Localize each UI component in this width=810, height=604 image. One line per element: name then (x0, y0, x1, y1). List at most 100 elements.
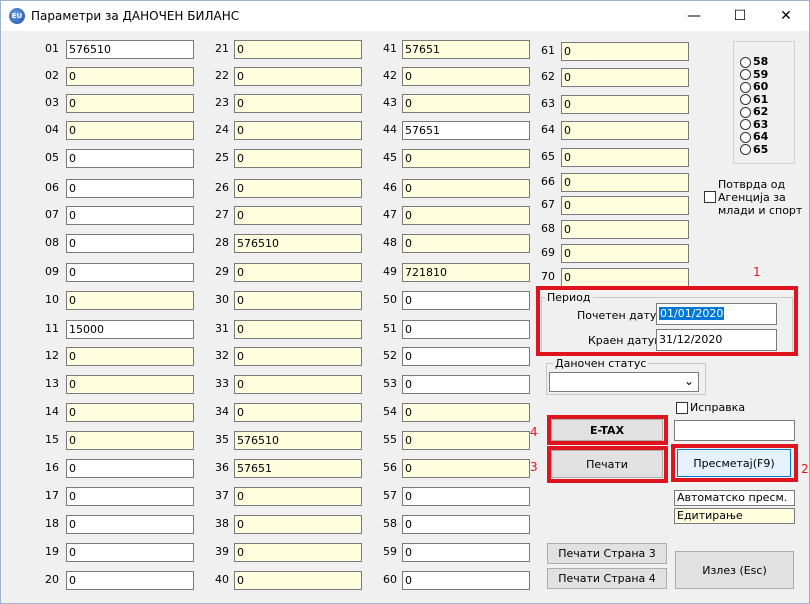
row-input[interactable]: 0 (402, 179, 530, 198)
row-input[interactable]: 0 (402, 403, 530, 422)
radio-option[interactable]: 59 (740, 68, 768, 81)
row-input[interactable]: 0 (561, 68, 689, 87)
print-page4-button[interactable]: Печати Страна 4 (547, 568, 667, 589)
row-input[interactable]: 0 (234, 347, 362, 366)
row-input[interactable]: 0 (234, 263, 362, 282)
row-input[interactable]: 0 (402, 234, 530, 253)
row-input[interactable]: 0 (402, 543, 530, 562)
row-input[interactable]: 0 (402, 67, 530, 86)
row-input[interactable]: 0 (402, 206, 530, 225)
row-input[interactable]: 0 (66, 571, 194, 590)
radio-circle-icon (740, 56, 751, 68)
row-input[interactable]: 0 (402, 375, 530, 394)
row-input[interactable]: 0 (66, 234, 194, 253)
radio-circle-icon (740, 94, 751, 105)
row-input[interactable]: 721810 (402, 263, 530, 282)
minimize-button[interactable]: — (671, 1, 717, 31)
row-input[interactable]: 0 (402, 347, 530, 366)
row-input[interactable]: 0 (234, 543, 362, 562)
row-label: 68 (541, 222, 555, 235)
row-input[interactable]: 57651 (234, 459, 362, 478)
row-input[interactable]: 0 (234, 291, 362, 310)
row-input[interactable]: 0 (402, 431, 530, 450)
row-label: 57 (383, 489, 397, 502)
row-input[interactable]: 0 (561, 173, 689, 192)
radio-option[interactable]: 62 (740, 106, 768, 118)
row-input[interactable]: 0 (561, 148, 689, 167)
row-input[interactable]: 0 (66, 149, 194, 168)
row-input[interactable]: 0 (66, 94, 194, 113)
row-input[interactable]: 0 (66, 291, 194, 310)
print-page3-button[interactable]: Печати Страна 3 (547, 543, 667, 564)
row-input[interactable]: 0 (234, 206, 362, 225)
row-input[interactable]: 0 (402, 459, 530, 478)
radio-option[interactable]: 61 (740, 93, 768, 106)
correction-checkbox[interactable] (676, 402, 688, 414)
row-input[interactable]: 0 (234, 179, 362, 198)
row-input[interactable]: 0 (234, 40, 362, 59)
row-input[interactable]: 0 (561, 196, 689, 215)
row-input[interactable]: 0 (66, 179, 194, 198)
row-input[interactable]: 0 (66, 263, 194, 282)
row-input[interactable]: 0 (66, 206, 194, 225)
row-input[interactable]: 0 (234, 94, 362, 113)
radio-option[interactable]: 63 (740, 118, 768, 131)
row-input[interactable]: 0 (66, 487, 194, 506)
row-input[interactable]: 0 (234, 320, 362, 339)
row-input[interactable]: 576510 (66, 40, 194, 59)
row-label: 09 (45, 265, 59, 278)
row-input[interactable]: 0 (66, 347, 194, 366)
row-input[interactable]: 0 (234, 121, 362, 140)
maximize-button[interactable]: ☐ (717, 1, 763, 31)
row-input[interactable]: 0 (66, 459, 194, 478)
radio-circle-icon (740, 69, 751, 80)
row-input[interactable]: 0 (402, 487, 530, 506)
row-label: 05 (45, 151, 59, 164)
row-input[interactable]: 0 (234, 487, 362, 506)
row-label: 49 (383, 265, 397, 278)
row-input[interactable]: 0 (234, 149, 362, 168)
highlight-print (547, 446, 668, 483)
row-input[interactable]: 0 (234, 67, 362, 86)
row-input[interactable]: 0 (561, 42, 689, 61)
close-button[interactable]: ✕ (763, 1, 809, 31)
row-input[interactable]: 0 (66, 375, 194, 394)
marker-3: 3 (530, 460, 538, 474)
exit-button[interactable]: Излез (Esc) (675, 551, 794, 589)
row-input[interactable]: 0 (402, 320, 530, 339)
row-input[interactable]: 0 (234, 375, 362, 394)
row-input[interactable]: 0 (402, 571, 530, 590)
row-input[interactable]: 0 (66, 431, 194, 450)
correction-input[interactable] (674, 420, 795, 441)
row-input[interactable]: 576510 (234, 431, 362, 450)
radio-option[interactable]: 60 (740, 81, 768, 93)
row-input[interactable]: 0 (402, 94, 530, 113)
row-input[interactable]: 0 (561, 268, 689, 287)
tax-status-select[interactable]: ⌄ (549, 372, 699, 392)
row-input[interactable]: 0 (561, 244, 689, 263)
row-label: 70 (541, 270, 555, 283)
radio-option[interactable]: 64 (740, 131, 768, 143)
row-input[interactable]: 57651 (402, 121, 530, 140)
row-input[interactable]: 0 (66, 403, 194, 422)
row-input[interactable]: 0 (66, 515, 194, 534)
row-input[interactable]: 0 (66, 121, 194, 140)
radio-option[interactable]: 65 (740, 143, 768, 156)
row-input[interactable]: 0 (561, 95, 689, 114)
row-input[interactable]: 0 (402, 149, 530, 168)
row-input[interactable]: 576510 (234, 234, 362, 253)
row-input[interactable]: 0 (561, 220, 689, 239)
radio-option[interactable]: 58 (740, 56, 768, 68)
row-input[interactable]: 0 (402, 515, 530, 534)
row-input[interactable]: 0 (561, 121, 689, 140)
row-input[interactable]: 15000 (66, 320, 194, 339)
row-input[interactable]: 0 (66, 543, 194, 562)
row-input[interactable]: 57651 (402, 40, 530, 59)
row-input[interactable]: 0 (402, 291, 530, 310)
row-input[interactable]: 0 (234, 515, 362, 534)
row-input[interactable]: 0 (66, 67, 194, 86)
row-input[interactable]: 0 (234, 571, 362, 590)
row-label: 48 (383, 236, 397, 249)
row-input[interactable]: 0 (234, 403, 362, 422)
agency-checkbox[interactable] (704, 191, 716, 203)
